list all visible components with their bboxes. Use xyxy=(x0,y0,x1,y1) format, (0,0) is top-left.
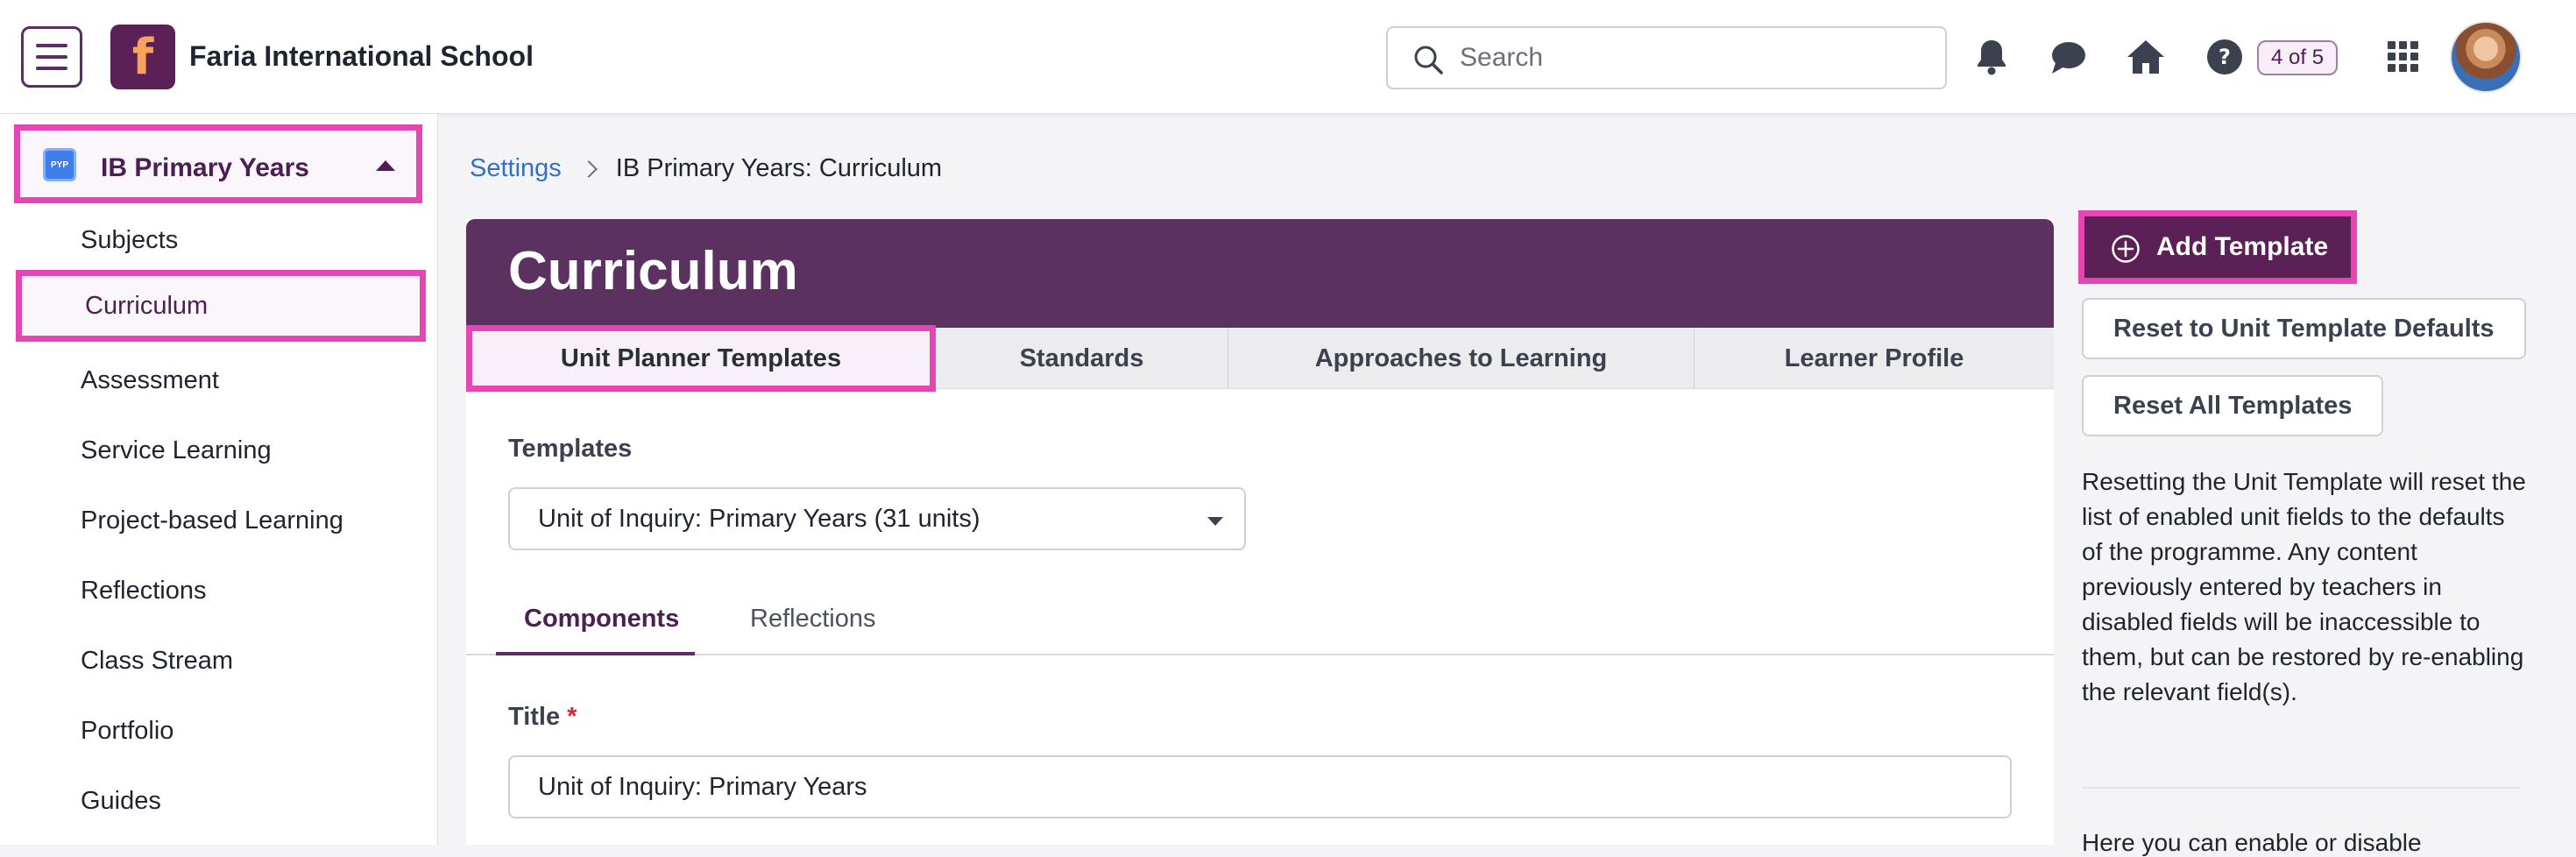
templates-select-value: Unit of Inquiry: Primary Years (31 units… xyxy=(538,504,980,533)
required-marker: * xyxy=(567,703,577,731)
curriculum-tabs: Unit Planner Templates Standards Approac… xyxy=(466,325,2054,392)
tab-unit-planner-templates[interactable]: Unit Planner Templates xyxy=(466,325,936,392)
breadcrumb-current: IB Primary Years: Curriculum xyxy=(615,154,943,182)
add-template-label: Add Template xyxy=(2156,232,2329,261)
chat-icon[interactable] xyxy=(2047,35,2091,79)
chevron-down-icon xyxy=(1207,517,1223,526)
search-input[interactable]: Search xyxy=(1386,26,1947,89)
sidebar-item-subjects[interactable]: Subjects xyxy=(81,226,178,255)
menu-toggle-button[interactable] xyxy=(21,26,82,88)
sidebar: PYP IB Primary Years Subjects Curriculum… xyxy=(0,114,438,845)
pyp-programme-icon: PYP xyxy=(43,148,76,181)
page-count-badge[interactable]: 4 of 5 xyxy=(2257,40,2339,75)
title-field-label: Title * xyxy=(508,703,577,732)
hamburger-icon-bar xyxy=(36,44,67,47)
tab-learner-profile[interactable]: Learner Profile xyxy=(1695,328,2054,389)
sidebar-item-class-stream[interactable]: Class Stream xyxy=(81,647,233,676)
title-field-label-text: Title xyxy=(508,703,561,731)
title-input-value: Unit of Inquiry: Primary Years xyxy=(538,772,867,801)
apps-grid-icon[interactable] xyxy=(2381,35,2425,79)
sidebar-item-assessment[interactable]: Assessment xyxy=(81,366,219,395)
reset-unit-template-defaults-button[interactable]: Reset to Unit Template Defaults xyxy=(2082,298,2526,359)
bell-icon[interactable] xyxy=(1970,35,2013,79)
sidebar-item-service-learning[interactable]: Service Learning xyxy=(81,436,272,465)
reset-all-templates-button[interactable]: Reset All Templates xyxy=(2082,375,2384,436)
svg-text:?: ? xyxy=(2219,45,2231,69)
divider xyxy=(2082,787,2520,789)
programme-label: IB Primary Years xyxy=(101,153,309,182)
plus-circle-icon xyxy=(2112,235,2140,263)
template-subtabs: Components Reflections xyxy=(466,591,2054,655)
breadcrumb: Settings IB Primary Years: Curriculum xyxy=(470,154,942,183)
programme-selector[interactable]: PYP IB Primary Years xyxy=(14,124,422,203)
sidebar-item-guides[interactable]: Guides xyxy=(81,787,161,816)
add-template-button[interactable]: Add Template xyxy=(2078,210,2357,284)
reset-help-text: Resetting the Unit Template will reset t… xyxy=(2082,468,2526,705)
user-avatar[interactable] xyxy=(2450,21,2522,93)
sidebar-item-curriculum[interactable]: Curriculum xyxy=(16,270,426,342)
title-input[interactable]: Unit of Inquiry: Primary Years xyxy=(508,755,2012,818)
top-bar: f Faria International School Search ? 4 … xyxy=(0,0,2576,114)
chevron-up-icon xyxy=(376,160,395,171)
templates-select[interactable]: Unit of Inquiry: Primary Years (31 units… xyxy=(508,487,1246,550)
subtab-components[interactable]: Components xyxy=(496,605,696,655)
hamburger-icon-bar xyxy=(36,55,67,59)
subtab-reflections[interactable]: Reflections xyxy=(750,605,875,655)
page-title: Curriculum xyxy=(508,241,798,301)
school-logo[interactable]: f xyxy=(110,25,175,89)
card-header: Curriculum xyxy=(466,219,2054,328)
fields-help-text: Here you can enable or disable xyxy=(2082,829,2422,856)
chevron-right-icon xyxy=(579,159,598,178)
home-icon[interactable] xyxy=(2124,35,2168,79)
tab-standards[interactable]: Standards xyxy=(936,328,1228,389)
search-placeholder: Search xyxy=(1460,43,1544,72)
templates-label: Templates xyxy=(508,435,633,463)
curriculum-card: Curriculum Unit Planner Templates Standa… xyxy=(466,219,2054,845)
help-icon[interactable]: ? xyxy=(2203,35,2247,79)
search-icon xyxy=(1414,46,1443,74)
sidebar-item-portfolio[interactable]: Portfolio xyxy=(81,717,173,746)
hamburger-icon-bar xyxy=(36,67,67,70)
breadcrumb-settings-link[interactable]: Settings xyxy=(470,154,562,183)
sidebar-item-project-based-learning[interactable]: Project-based Learning xyxy=(81,506,343,535)
school-name[interactable]: Faria International School xyxy=(189,40,534,73)
tab-approaches-to-learning[interactable]: Approaches to Learning xyxy=(1228,328,1695,389)
sidebar-item-reflections[interactable]: Reflections xyxy=(81,577,206,606)
